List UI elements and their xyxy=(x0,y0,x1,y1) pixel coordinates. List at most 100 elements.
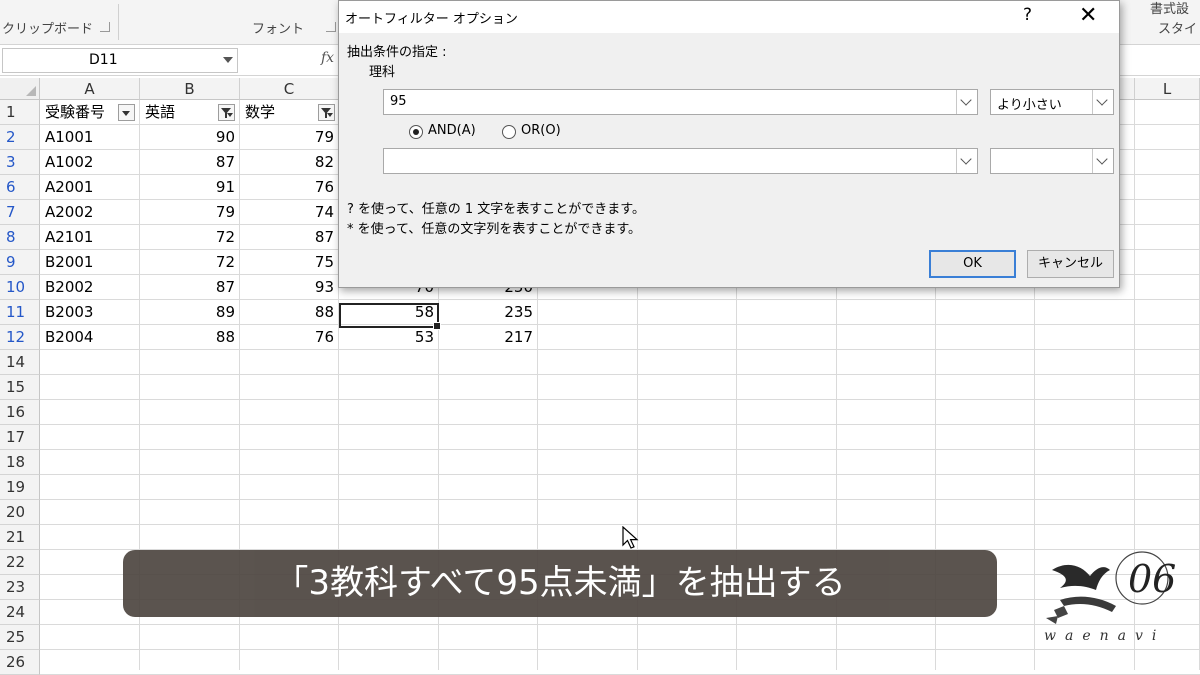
row-header-23[interactable]: 23 xyxy=(0,575,40,600)
or-label[interactable]: OR(O) xyxy=(521,123,561,138)
fill-handle[interactable] xyxy=(433,322,441,330)
help-button[interactable]: ? xyxy=(1023,5,1032,25)
cancel-button[interactable]: キャンセル xyxy=(1027,250,1114,278)
cell-c12[interactable]: 76 xyxy=(240,325,334,350)
chevron-down-icon xyxy=(960,94,972,106)
criteria2-operator-combo[interactable] xyxy=(990,148,1114,174)
cell-b2[interactable]: 90 xyxy=(140,125,235,150)
dropdown-arrow-icon xyxy=(122,111,130,116)
criteria2-value-combo[interactable] xyxy=(383,148,978,174)
row-header-7[interactable]: 7 xyxy=(0,200,40,225)
cell-a8[interactable]: A2101 xyxy=(45,225,135,250)
cell-a2[interactable]: A1001 xyxy=(45,125,135,150)
row-header-10[interactable]: 10 xyxy=(0,275,40,300)
insert-function-icon[interactable]: fx xyxy=(321,50,334,66)
cell-c11[interactable]: 88 xyxy=(240,300,334,325)
cell-c6[interactable]: 76 xyxy=(240,175,334,200)
row-header-26[interactable]: 26 xyxy=(0,650,40,675)
select-all-corner[interactable] xyxy=(0,78,40,100)
radio-selected-dot xyxy=(413,129,419,135)
field-name-label: 理科 xyxy=(369,65,396,80)
cell-a9[interactable]: B2001 xyxy=(45,250,135,275)
cell-a7[interactable]: A2002 xyxy=(45,200,135,225)
format-group-label[interactable]: 書式設 xyxy=(1150,0,1189,17)
row-header-6[interactable]: 6 xyxy=(0,175,40,200)
gridline xyxy=(40,374,1200,375)
cell-b8[interactable]: 72 xyxy=(140,225,235,250)
chevron-down-icon xyxy=(960,153,972,165)
clipboard-launcher-icon[interactable] xyxy=(100,22,110,32)
cell-c7[interactable]: 74 xyxy=(240,200,334,225)
header-cell-exam-number[interactable]: 受験番号 xyxy=(45,100,117,125)
wildcard-hint-question: ? を使って、任意の 1 文字を表すことができます。 xyxy=(347,202,645,217)
header-cell-math[interactable]: 数学 xyxy=(245,100,275,125)
row-header-1[interactable]: 1 xyxy=(0,100,40,125)
cell-c2[interactable]: 79 xyxy=(240,125,334,150)
column-header-b[interactable]: B xyxy=(140,78,240,100)
criteria2-value-dropdown[interactable] xyxy=(956,149,977,173)
or-radio[interactable] xyxy=(502,125,516,139)
cell-a10[interactable]: B2002 xyxy=(45,275,135,300)
column-header-a[interactable]: A xyxy=(40,78,140,100)
criteria1-operator: より小さい xyxy=(997,98,1062,113)
column-header-l[interactable]: L xyxy=(1135,78,1200,100)
row-header-11[interactable]: 11 xyxy=(0,300,40,325)
ok-button[interactable]: OK xyxy=(929,250,1016,278)
name-box-dropdown-icon[interactable] xyxy=(223,57,233,63)
criteria1-value-dropdown[interactable] xyxy=(956,90,977,114)
cell-c9[interactable]: 75 xyxy=(240,250,334,275)
criteria1-value-combo[interactable]: 95 xyxy=(383,89,978,115)
cell-b10[interactable]: 87 xyxy=(140,275,235,300)
column-header-c[interactable]: C xyxy=(240,78,339,100)
row-header-12[interactable]: 12 xyxy=(0,325,40,350)
cell-b3[interactable]: 87 xyxy=(140,150,235,175)
row-header-15[interactable]: 15 xyxy=(0,375,40,400)
row-header-9[interactable]: 9 xyxy=(0,250,40,275)
close-button[interactable]: ✕ xyxy=(1079,3,1097,29)
row-header-2[interactable]: 2 xyxy=(0,125,40,150)
row-header-17[interactable]: 17 xyxy=(0,425,40,450)
cell-b11[interactable]: 89 xyxy=(140,300,235,325)
filter-active-math[interactable] xyxy=(318,104,335,121)
cell-b6[interactable]: 91 xyxy=(140,175,235,200)
criteria1-operator-dropdown[interactable] xyxy=(1092,90,1113,114)
row-header-21[interactable]: 21 xyxy=(0,525,40,550)
cell-a11[interactable]: B2003 xyxy=(45,300,135,325)
row-header-22[interactable]: 22 xyxy=(0,550,40,575)
criteria2-operator-dropdown[interactable] xyxy=(1092,149,1113,173)
header-cell-english[interactable]: 英語 xyxy=(145,100,175,125)
row-header-19[interactable]: 19 xyxy=(0,475,40,500)
gridline xyxy=(40,499,1200,500)
font-launcher-icon[interactable] xyxy=(326,22,336,32)
row-header-3[interactable]: 3 xyxy=(0,150,40,175)
row-header-14[interactable]: 14 xyxy=(0,350,40,375)
cell-b7[interactable]: 79 xyxy=(140,200,235,225)
filter-active-english[interactable] xyxy=(218,104,235,121)
cell-b12[interactable]: 88 xyxy=(140,325,235,350)
filter-dropdown-exam-number[interactable] xyxy=(118,104,135,121)
cell-a6[interactable]: A2001 xyxy=(45,175,135,200)
cell-e11[interactable]: 235 xyxy=(439,300,533,325)
dialog-title-bar[interactable]: オートフィルター オプション ? ✕ xyxy=(339,1,1119,33)
cell-d12[interactable]: 53 xyxy=(339,325,434,350)
cell-b9[interactable]: 72 xyxy=(140,250,235,275)
row-header-25[interactable]: 25 xyxy=(0,625,40,650)
cell-c8[interactable]: 87 xyxy=(240,225,334,250)
row-header-18[interactable]: 18 xyxy=(0,450,40,475)
cell-a3[interactable]: A1002 xyxy=(45,150,135,175)
gridline xyxy=(40,424,1200,425)
cell-e12[interactable]: 217 xyxy=(439,325,533,350)
name-box[interactable]: D11 xyxy=(2,48,238,73)
and-radio[interactable] xyxy=(409,125,423,139)
cell-c10[interactable]: 93 xyxy=(240,275,334,300)
and-label[interactable]: AND(A) xyxy=(428,123,476,138)
row-header-24[interactable]: 24 xyxy=(0,600,40,625)
row-header-20[interactable]: 20 xyxy=(0,500,40,525)
active-cell-d11[interactable] xyxy=(339,303,441,330)
cell-a12[interactable]: B2004 xyxy=(45,325,135,350)
row-header-16[interactable]: 16 xyxy=(0,400,40,425)
criteria1-operator-combo[interactable]: より小さい xyxy=(990,89,1114,115)
cell-c3[interactable]: 82 xyxy=(240,150,334,175)
row-header-8[interactable]: 8 xyxy=(0,225,40,250)
logo-name: waenavi xyxy=(1044,628,1166,644)
